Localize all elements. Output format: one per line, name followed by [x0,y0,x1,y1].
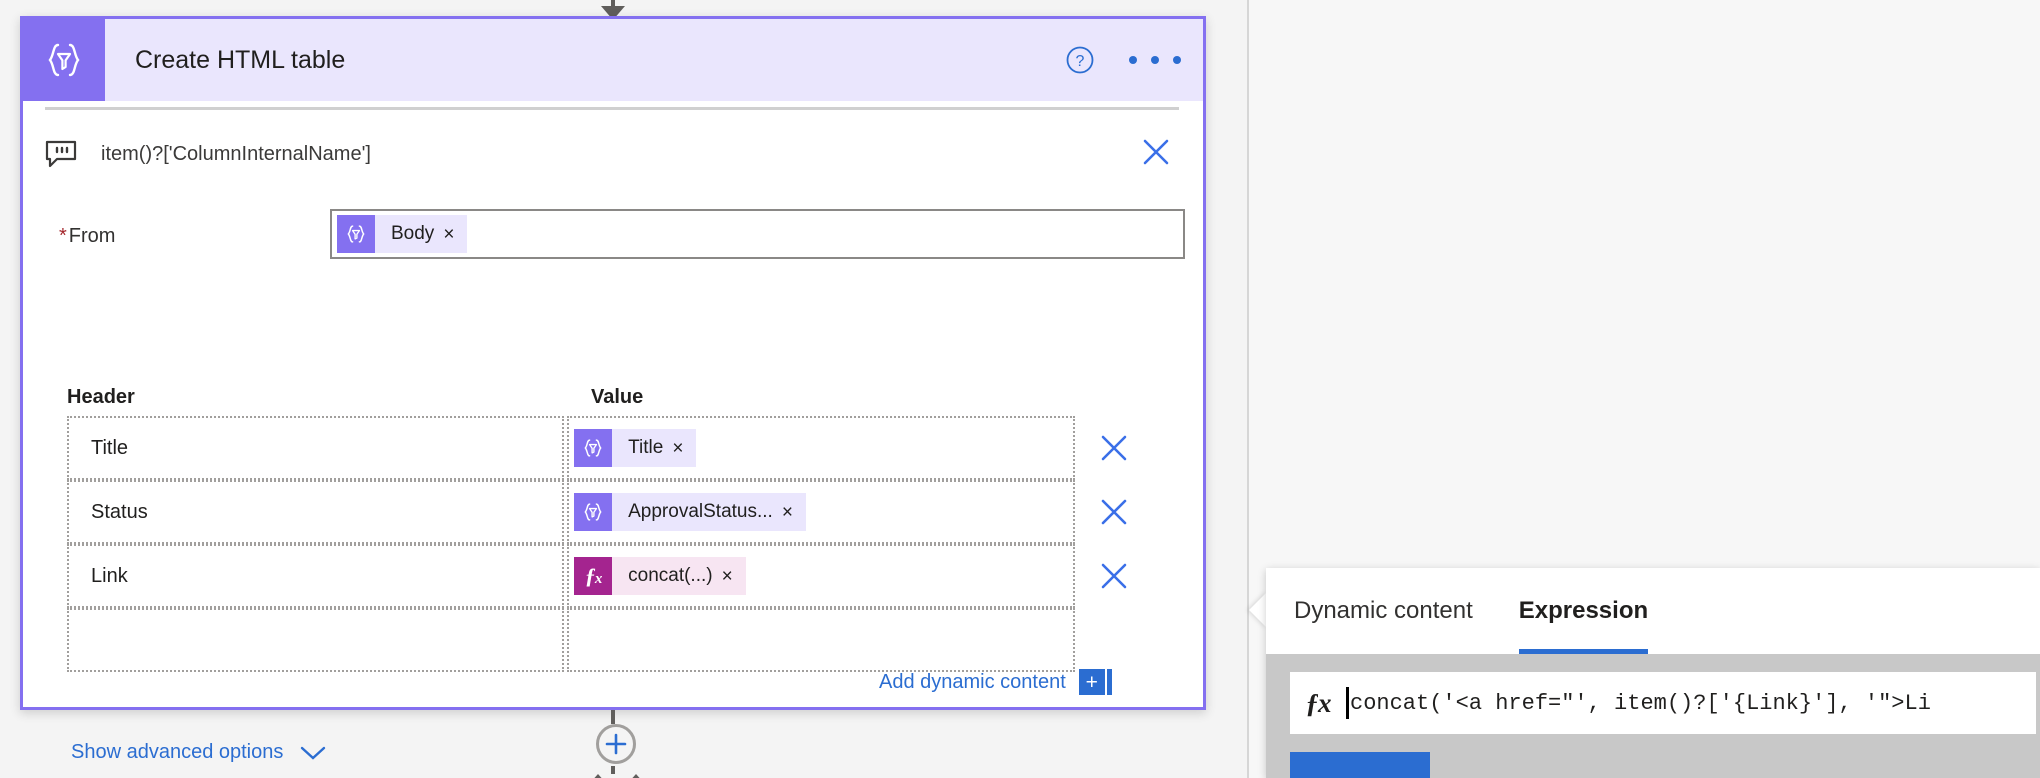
close-icon[interactable] [1137,133,1175,171]
chip-label: ApprovalStatus... [628,501,773,522]
chip-remove-icon[interactable]: × [443,225,467,244]
tab-expression[interactable]: Expression [1518,568,1649,654]
kv-value-cell[interactable] [567,608,1076,672]
dynamic-content-callout: Dynamic content Expression ƒx concat('<a… [1266,568,2040,778]
card-title: Create HTML table [135,45,346,74]
svg-text:?: ? [1076,53,1085,70]
dynamic-content-chip-body[interactable]: Body × [337,215,468,253]
add-step-button[interactable] [596,724,636,764]
ellipsis-icon[interactable] [1129,45,1181,75]
add-dynamic-content-label: Add dynamic content [879,670,1066,693]
from-field-row: * From Body × [45,209,1185,265]
app-root: Create HTML table ? item()?['ColumnInter… [0,0,2040,778]
expression-input[interactable]: ƒx concat('<a href="', item()?['{Link}']… [1290,672,2036,734]
callout-body: ƒx concat('<a href="', item()?['{Link}']… [1266,654,2040,778]
kv-table-headers: Header Value [67,386,1177,412]
kv-value-cell[interactable]: Title × [567,416,1076,480]
kv-key-cell[interactable] [67,608,565,672]
table-row: Status ApprovalStatus... × [67,480,1135,544]
plus-button-edge [1106,669,1112,695]
card-header-actions: ? [1065,19,1181,101]
comment-row: item()?['ColumnInternalName'] [45,131,1179,177]
action-card-create-html-table[interactable]: Create HTML table ? item()?['ColumnInter… [20,16,1206,763]
fx-icon: ƒx [1305,687,1332,718]
delete-row-placeholder [1093,608,1135,672]
comment-icon [45,140,79,168]
table-row: Link ƒx concat(...) × [67,544,1135,608]
dynamic-content-chip[interactable]: Title × [574,429,697,467]
fx-glyph: ƒx [584,563,602,588]
chip-label: concat(...) [628,565,713,586]
from-label-text: From [68,225,116,247]
add-dynamic-content-button[interactable]: Add dynamic content + [879,669,1112,695]
comment-text: item()?['ColumnInternalName'] [101,142,371,165]
table-row [67,608,1135,672]
connector-wing [628,774,644,778]
kv-key-cell[interactable]: Title [67,416,565,480]
kv-table: Title Title × Status ApprovalStatus... ×… [67,416,1135,672]
chip-remove-icon[interactable]: × [672,439,696,458]
add-step-icon[interactable] [590,710,644,778]
table-row: Title Title × [67,416,1135,480]
connector-stem [611,710,615,724]
data-operations-icon [23,19,105,101]
kv-key-cell[interactable]: Status [67,480,565,544]
fx-icon: ƒx [574,557,613,595]
ellipsis-dot [1173,56,1181,64]
kv-key-text: Link [91,564,128,587]
delete-row-icon[interactable] [1093,544,1135,608]
dynamic-content-icon [574,429,613,467]
show-advanced-options-button[interactable]: Show advanced options [71,741,326,764]
card-header[interactable]: Create HTML table ? [23,19,1203,101]
kv-key-text: Status [91,500,148,523]
chip-remove-icon[interactable]: × [722,567,746,586]
ellipsis-dot [1151,56,1159,64]
kv-key-cell[interactable]: Link [67,544,565,608]
tab-dynamic-content[interactable]: Dynamic content [1294,568,1473,654]
column-header-value: Value [591,386,644,408]
delete-row-icon[interactable] [1093,480,1135,544]
connector-wing [590,774,606,778]
flow-canvas: Create HTML table ? item()?['ColumnInter… [0,0,1248,778]
help-circle-icon[interactable]: ? [1065,45,1095,75]
text-caret [1346,687,1349,719]
expression-chip[interactable]: ƒx concat(...) × [574,557,746,595]
confirm-button[interactable] [1290,752,1430,778]
card-body: item()?['ColumnInternalName'] * From Bod… [23,101,1203,763]
divider [45,107,1179,110]
from-input[interactable]: Body × [330,209,1185,259]
plus-icon: + [1078,669,1105,695]
required-marker: * [59,225,67,247]
kv-value-cell[interactable]: ƒx concat(...) × [567,544,1076,608]
chip-remove-icon[interactable]: × [782,503,806,522]
delete-row-icon[interactable] [1093,416,1135,480]
show-advanced-options-label: Show advanced options [71,741,284,763]
dynamic-content-chip[interactable]: ApprovalStatus... × [574,493,806,531]
chip-label: Body [391,223,435,244]
dynamic-content-icon [337,215,375,253]
expression-text: concat('<a href="', item()?['{Link}'], '… [1350,690,1931,716]
column-header-header: Header [67,386,135,408]
ellipsis-dot [1129,56,1137,64]
chevron-down-icon [300,745,326,761]
connector-stem [611,766,615,774]
from-label: * From [59,225,115,248]
callout-tabs: Dynamic content Expression [1266,568,2040,654]
kv-value-cell[interactable]: ApprovalStatus... × [567,480,1076,544]
callout-tail [1249,592,1267,628]
kv-key-text: Title [91,436,129,459]
dynamic-content-icon [574,493,613,531]
chip-label: Title [628,437,664,458]
